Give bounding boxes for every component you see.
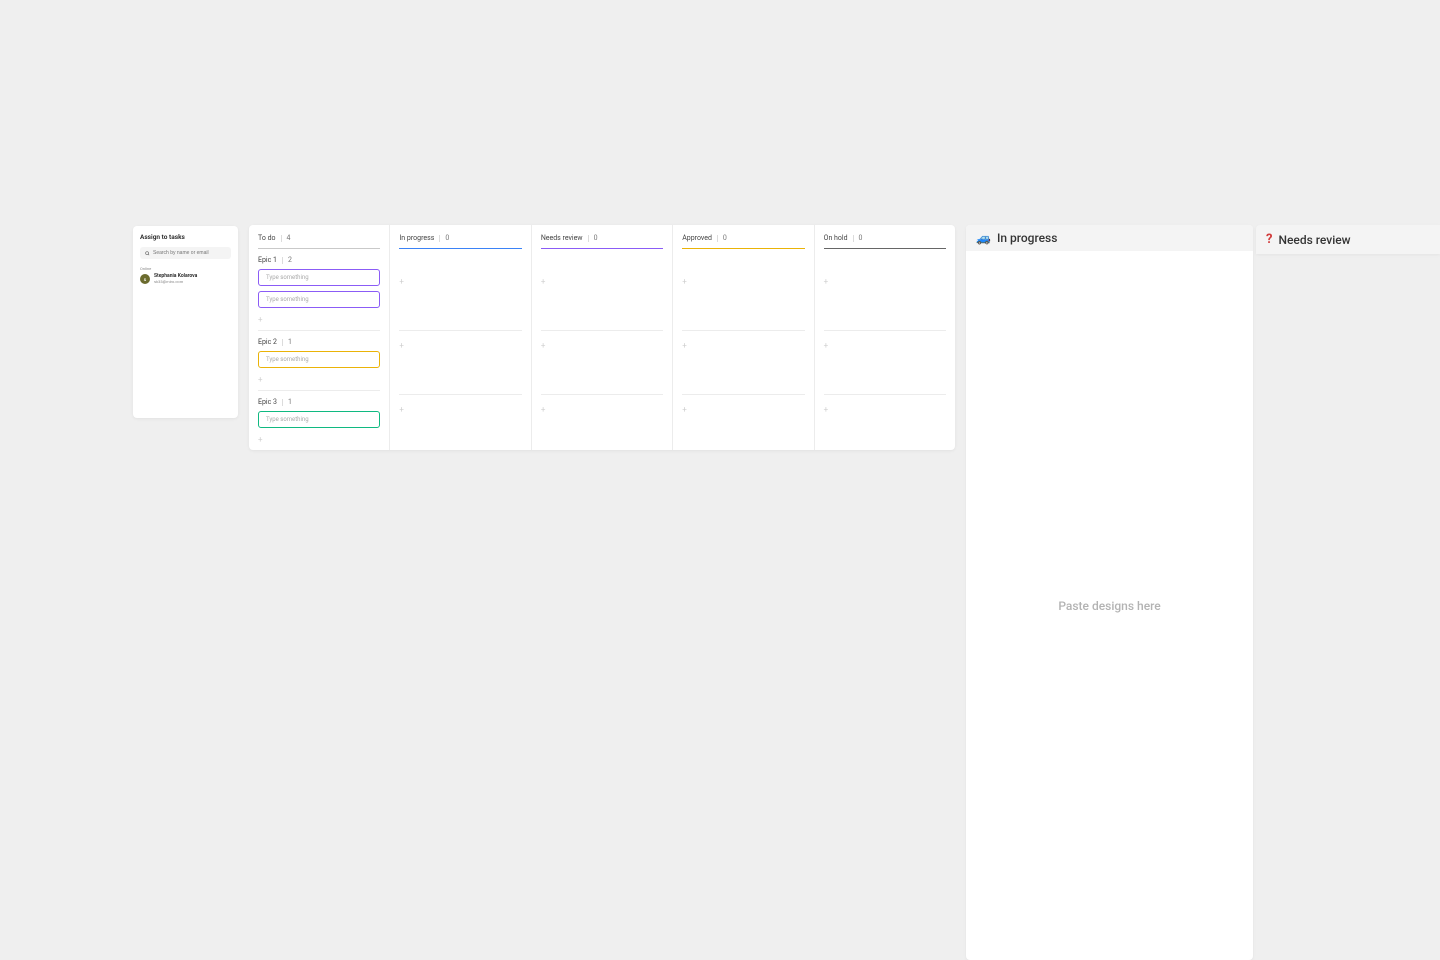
avatar: S: [140, 274, 150, 284]
add-task-button[interactable]: +: [541, 267, 663, 296]
task-card[interactable]: Type something: [258, 351, 380, 368]
column-body: + + +: [532, 249, 672, 424]
column-title: Approved: [682, 234, 712, 242]
column-approved: Approved 0 + + +: [673, 225, 814, 450]
add-task-button[interactable]: +: [399, 395, 521, 424]
column-todo: To do 4 Epic 1 2 Type something Type som…: [249, 225, 390, 450]
epic-2: Epic 2 1 Type something +: [249, 331, 389, 390]
add-task-button[interactable]: +: [258, 313, 380, 330]
column-header: Approved 0: [673, 225, 813, 248]
person-email: sk33@miro.com: [154, 280, 197, 284]
assign-sidebar: Assign to tasks Online S Stephania Kolar…: [133, 226, 238, 418]
search-icon: [145, 251, 150, 256]
panel-header: 🚙 In progress: [966, 225, 1253, 251]
column-in-progress: In progress 0 + + +: [390, 225, 531, 450]
panel-body[interactable]: Paste designs here: [966, 251, 1253, 960]
epic-count: 1: [288, 398, 292, 406]
column-header: Needs review 0: [532, 225, 672, 248]
column-separator: [439, 235, 440, 242]
kanban-board: To do 4 Epic 1 2 Type something Type som…: [249, 225, 955, 450]
task-card[interactable]: Type something: [258, 269, 380, 286]
question-icon: ?: [1266, 232, 1272, 247]
epic-title: Epic 1: [258, 256, 277, 264]
add-task-button[interactable]: +: [682, 331, 804, 360]
add-task-button[interactable]: +: [824, 267, 946, 296]
column-count: 0: [445, 234, 449, 242]
column-header: In progress 0: [390, 225, 530, 248]
epic-separator: [282, 257, 283, 264]
column-title: Needs review: [541, 234, 583, 242]
column-needs-review: Needs review 0 + + +: [532, 225, 673, 450]
epic-header: Epic 3 1: [258, 391, 380, 411]
epic-count: 2: [288, 256, 292, 264]
column-body: + + +: [673, 249, 813, 424]
add-task-button[interactable]: +: [258, 373, 380, 390]
panel-title: In progress: [997, 231, 1057, 245]
car-icon: 🚙: [976, 231, 991, 245]
task-card[interactable]: Type something: [258, 411, 380, 428]
add-task-button[interactable]: +: [541, 331, 663, 360]
epic-3: Epic 3 1 Type something +: [249, 391, 389, 450]
panel-in-progress: 🚙 In progress Paste designs here: [966, 225, 1253, 960]
add-task-button[interactable]: +: [824, 395, 946, 424]
add-task-button[interactable]: +: [541, 395, 663, 424]
column-title: In progress: [399, 234, 434, 242]
epic-title: Epic 3: [258, 398, 277, 406]
column-body: + + +: [390, 249, 530, 424]
column-count: 0: [594, 234, 598, 242]
epic-title: Epic 2: [258, 338, 277, 346]
add-task-button[interactable]: +: [682, 267, 804, 296]
column-separator: [281, 235, 282, 242]
column-title: On hold: [824, 234, 848, 242]
paste-placeholder: Paste designs here: [1058, 599, 1160, 613]
assign-title: Assign to tasks: [140, 233, 231, 241]
add-task-button[interactable]: +: [682, 395, 804, 424]
epic-separator: [282, 399, 283, 406]
column-count: 4: [287, 234, 291, 242]
column-body: + + +: [815, 249, 955, 424]
person-row[interactable]: S Stephania Kolarova sk33@miro.com: [140, 274, 231, 284]
column-separator: [717, 235, 718, 242]
panel-needs-review-header: ? Needs review: [1256, 225, 1440, 254]
column-title: To do: [258, 234, 276, 242]
add-task-button[interactable]: +: [258, 433, 380, 450]
column-header: To do 4: [249, 225, 389, 248]
add-task-button[interactable]: +: [399, 331, 521, 360]
column-count: 0: [859, 234, 863, 242]
column-separator: [588, 235, 589, 242]
column-on-hold: On hold 0 + + +: [815, 225, 955, 450]
add-task-button[interactable]: +: [824, 331, 946, 360]
epic-count: 1: [288, 338, 292, 346]
column-count: 0: [723, 234, 727, 242]
search-input[interactable]: [153, 250, 226, 256]
epic-header: Epic 1 2: [258, 249, 380, 269]
online-label: Online: [140, 266, 231, 271]
epic-separator: [282, 339, 283, 346]
person-text: Stephania Kolarova sk33@miro.com: [154, 274, 197, 284]
column-header: On hold 0: [815, 225, 955, 248]
epic-1: Epic 1 2 Type something Type something +: [249, 249, 389, 330]
search-field[interactable]: [140, 247, 231, 259]
add-task-button[interactable]: +: [399, 267, 521, 296]
column-separator: [853, 235, 854, 242]
epic-header: Epic 2 1: [258, 331, 380, 351]
task-card[interactable]: Type something: [258, 291, 380, 308]
panel-title: Needs review: [1278, 233, 1350, 247]
